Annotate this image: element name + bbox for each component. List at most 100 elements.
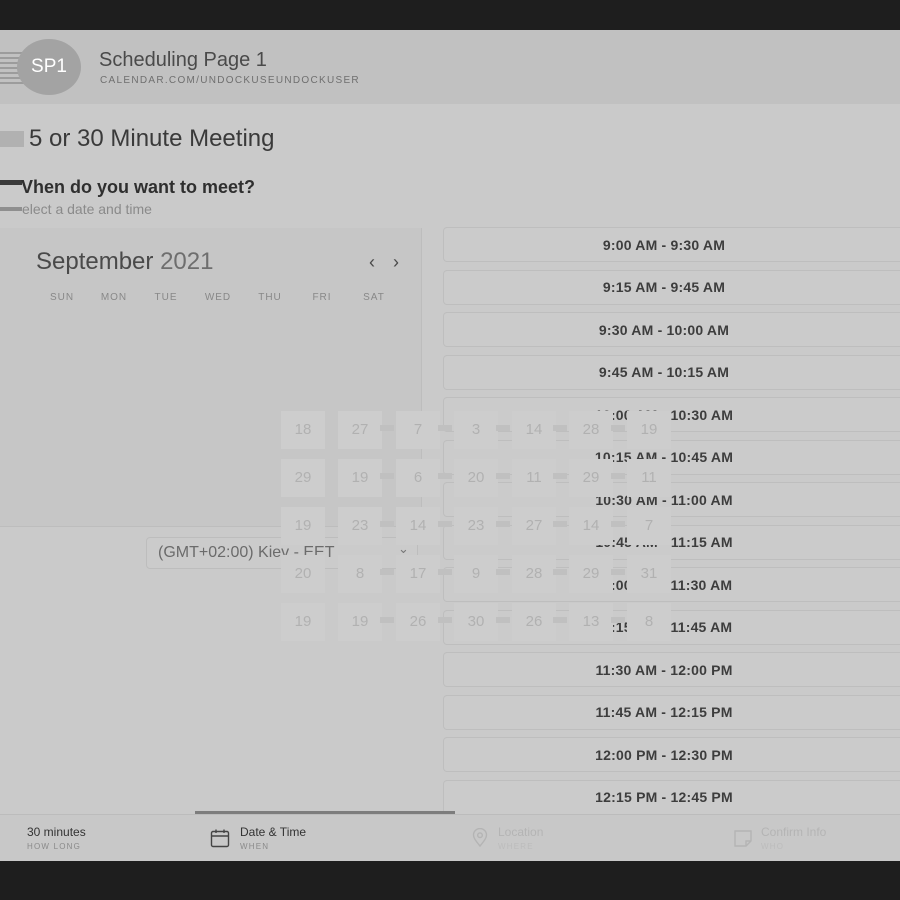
calendar-icon bbox=[210, 829, 230, 848]
month-name: September bbox=[36, 248, 154, 275]
instruction-text: elect a date and time bbox=[22, 201, 152, 217]
calendar-day[interactable]: 6 bbox=[396, 459, 440, 497]
time-slot-button[interactable]: 9:45 AM - 10:15 AM bbox=[443, 354, 900, 390]
weekday-label: SUN bbox=[49, 292, 75, 303]
calendar-day[interactable]: 14 bbox=[569, 507, 613, 545]
note-icon bbox=[734, 830, 752, 847]
decorative-mark bbox=[438, 425, 452, 431]
decorative-mark bbox=[380, 473, 394, 479]
calendar-day[interactable]: 7 bbox=[627, 507, 671, 545]
decorative-mark bbox=[611, 569, 625, 575]
calendar-day[interactable]: 19 bbox=[338, 459, 382, 497]
app-frame: SP1 Scheduling Page 1 CALENDAR.COM/UNDOC… bbox=[0, 30, 900, 861]
step-sublabel: WHEN bbox=[240, 842, 270, 851]
decorative-mark bbox=[553, 473, 567, 479]
time-slot-button[interactable]: 12:15 PM - 12:45 PM bbox=[443, 779, 900, 815]
calendar-day[interactable]: 19 bbox=[281, 603, 325, 641]
time-slot-button[interactable]: 11:30 AM - 12:00 PM bbox=[443, 652, 900, 687]
meeting-title: 5 or 30 Minute Meeting bbox=[29, 125, 275, 152]
calendar-day[interactable]: 14 bbox=[512, 411, 556, 449]
step-duration[interactable]: 30 minutes HOW LONG bbox=[27, 825, 86, 851]
step-label: Date & Time bbox=[240, 825, 307, 839]
year-label: 2021 bbox=[160, 248, 214, 275]
calendar-day[interactable]: 29 bbox=[569, 555, 613, 593]
calendar-day[interactable]: 29 bbox=[281, 459, 325, 497]
decorative-mark bbox=[611, 521, 625, 527]
calendar-day[interactable]: 8 bbox=[627, 603, 671, 641]
weekday-label: TUE bbox=[154, 292, 178, 303]
time-slot-label: 11:30 AM - 12:00 PM bbox=[595, 661, 733, 678]
calendar-day[interactable]: 7 bbox=[396, 411, 440, 449]
time-slot-button[interactable]: 9:00 AM - 9:30 AM bbox=[443, 227, 900, 262]
decorative-mark bbox=[380, 617, 394, 623]
step-label: 30 minutes bbox=[27, 825, 86, 839]
question-heading: Vhen do you want to meet? bbox=[21, 177, 256, 197]
step-sublabel: WHO bbox=[761, 842, 785, 851]
calendar-month-label: September 2021 bbox=[36, 248, 213, 276]
time-slot-label: 11:45 AM - 12:15 PM bbox=[595, 704, 733, 720]
time-slot-button[interactable]: 9:15 AM - 9:45 AM bbox=[443, 269, 900, 305]
chevron-left-icon[interactable]: ‹ bbox=[364, 248, 380, 276]
decorative-mark bbox=[611, 473, 625, 479]
decorative-mark bbox=[553, 521, 567, 527]
calendar-day[interactable]: 11 bbox=[627, 459, 671, 497]
calendar-day[interactable]: 11 bbox=[512, 459, 556, 497]
step-sublabel: HOW LONG bbox=[27, 842, 82, 851]
decorative-mark bbox=[438, 617, 452, 623]
calendar-day[interactable]: 19 bbox=[627, 411, 671, 449]
calendar-day[interactable]: 18 bbox=[281, 411, 325, 449]
calendar-day[interactable]: 31 bbox=[627, 555, 671, 593]
calendar-day[interactable]: 14 bbox=[396, 507, 440, 545]
calendar-day[interactable]: 27 bbox=[338, 411, 382, 449]
step-confirm-info[interactable]: Confirm Info WHO bbox=[761, 825, 826, 851]
header: SP1 Scheduling Page 1 CALENDAR.COM/UNDOC… bbox=[0, 30, 900, 104]
calendar-day[interactable]: 19 bbox=[338, 603, 382, 641]
calendar-day[interactable]: 28 bbox=[512, 555, 556, 593]
time-slot-button[interactable]: 11:45 AM - 12:15 PM bbox=[443, 694, 900, 730]
time-slot-label: 12:00 PM - 12:30 PM bbox=[595, 746, 733, 763]
decorative-mark bbox=[496, 473, 510, 479]
decorative-mark bbox=[380, 425, 394, 431]
calendar-day[interactable]: 9 bbox=[454, 555, 498, 593]
calendar-day[interactable]: 27 bbox=[512, 507, 556, 545]
calendar-day[interactable]: 29 bbox=[569, 459, 613, 497]
calendar-day[interactable]: 20 bbox=[281, 555, 325, 593]
decorative-mark bbox=[438, 521, 452, 527]
decorative-mark bbox=[553, 569, 567, 575]
weekday-label: THU bbox=[258, 292, 282, 303]
decorative-mark bbox=[0, 180, 22, 185]
calendar-day[interactable]: 8 bbox=[338, 555, 382, 593]
decorative-mark bbox=[496, 569, 510, 575]
decorative-mark bbox=[0, 131, 24, 147]
calendar-day[interactable]: 17 bbox=[396, 555, 440, 593]
step-location[interactable]: Location WHERE bbox=[498, 825, 543, 851]
decorative-mark bbox=[380, 521, 394, 527]
time-slot-button[interactable]: 12:00 PM - 12:30 PM bbox=[443, 737, 900, 772]
time-slot-label: 12:15 PM - 12:45 PM bbox=[595, 789, 733, 805]
page-title: Scheduling Page 1 bbox=[99, 49, 267, 71]
calendar-day[interactable]: 30 bbox=[454, 603, 498, 641]
page-url: CALENDAR.COM/UNDOCKUSEUNDOCKUSER bbox=[100, 75, 360, 86]
calendar-day[interactable]: 26 bbox=[396, 603, 440, 641]
decorative-mark bbox=[380, 569, 394, 575]
calendar-day[interactable]: 23 bbox=[454, 507, 498, 545]
calendar-day[interactable]: 23 bbox=[338, 507, 382, 545]
step-label: Confirm Info bbox=[761, 825, 827, 839]
calendar-day[interactable]: 28 bbox=[569, 411, 613, 449]
time-slot-label: 9:45 AM - 10:15 AM bbox=[598, 364, 730, 380]
chevron-right-icon[interactable]: › bbox=[388, 248, 404, 276]
decorative-mark bbox=[553, 425, 567, 431]
calendar-day[interactable]: 13 bbox=[569, 603, 613, 641]
time-slot-label: 9:15 AM - 9:45 AM bbox=[602, 279, 726, 295]
decorative-mark bbox=[611, 617, 625, 623]
calendar-day[interactable]: 19 bbox=[281, 507, 325, 545]
calendar-day[interactable]: 26 bbox=[512, 603, 556, 641]
step-date-time[interactable]: Date & Time WHEN bbox=[240, 825, 306, 851]
decorative-mark bbox=[0, 207, 22, 211]
calendar-day[interactable]: 20 bbox=[454, 459, 498, 497]
time-slot-label: 9:00 AM - 9:30 AM bbox=[602, 236, 726, 253]
time-slot-button[interactable]: 9:30 AM - 10:00 AM bbox=[443, 312, 900, 347]
weekday-label: MON bbox=[100, 292, 128, 303]
calendar-day[interactable]: 3 bbox=[454, 411, 498, 449]
decorative-mark bbox=[611, 425, 625, 431]
